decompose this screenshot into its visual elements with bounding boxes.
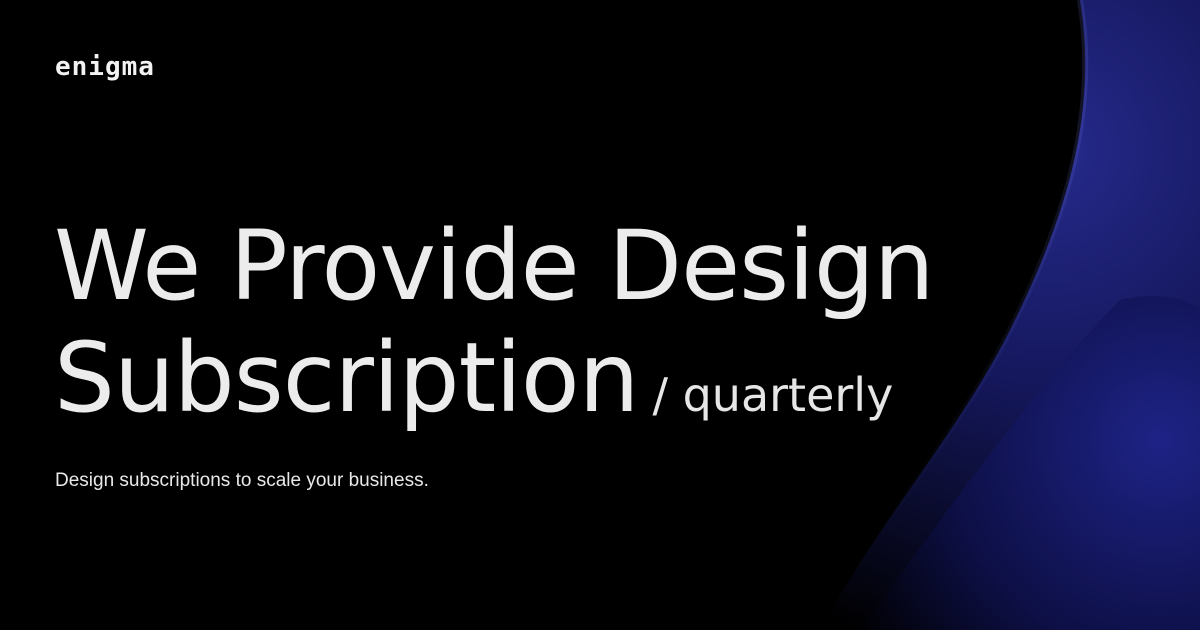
headline-line-2: Subscription / quarterly xyxy=(54,322,934,451)
headline-line-1: We Provide Design xyxy=(54,210,935,322)
hero-headline: We Provide Design Subscription / quarterl… xyxy=(54,210,935,451)
brand-logo[interactable]: enigma xyxy=(55,52,155,82)
headline-subscription: Subscription xyxy=(54,322,639,434)
social-card: enigma We Provide Design Subscription / q… xyxy=(0,0,1200,630)
headline-suffix: / quarterly xyxy=(652,368,894,422)
hero-subtext: Design subscriptions to scale your busin… xyxy=(55,470,429,491)
